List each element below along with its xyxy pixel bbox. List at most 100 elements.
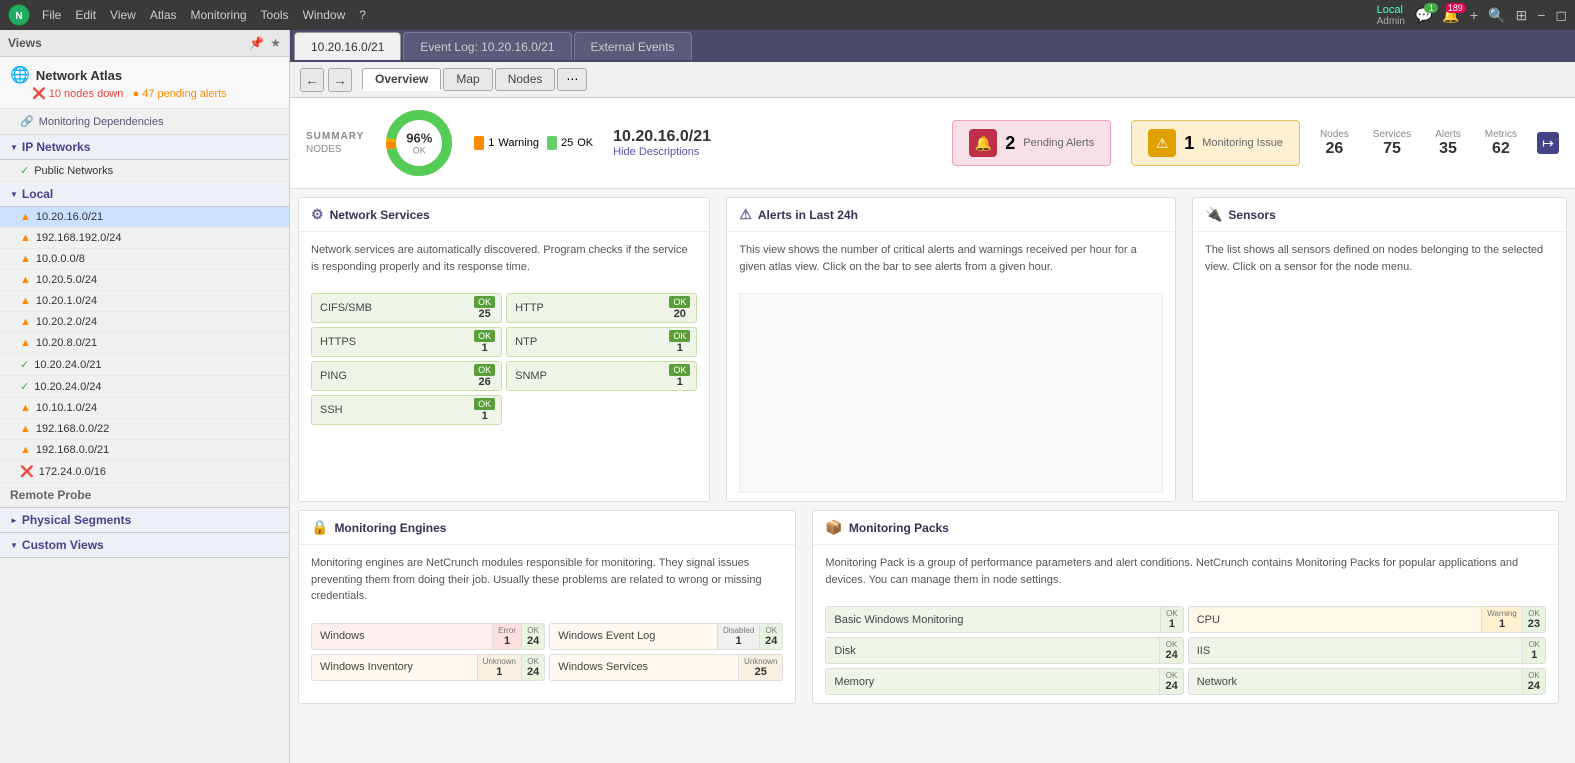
alerts-chart — [739, 293, 1163, 493]
tab-2[interactable]: External Events — [574, 32, 692, 60]
monitoring-packs-title: Monitoring Packs — [849, 521, 949, 535]
sidebar-item-public-networks[interactable]: ✓ Public Networks — [0, 160, 289, 182]
summary-label: SUMMARY — [306, 131, 364, 142]
nodes-down: ❌ 10 nodes down — [32, 88, 123, 100]
me-windows-services[interactable]: Windows Services Unknown 25 — [549, 654, 783, 681]
mp-badge-ok-memory: OK 24 — [1159, 669, 1182, 694]
mp-basic-windows[interactable]: Basic Windows Monitoring OK 1 — [825, 606, 1183, 633]
pending-alerts-badge[interactable]: 🔔 2 Pending Alerts — [952, 120, 1111, 166]
sidebar-item-network-10[interactable]: ▲ 192.168.0.0/22 — [0, 419, 289, 440]
minimize-icon[interactable]: − — [1537, 7, 1545, 23]
sidebar-section-ip-networks[interactable]: ▼ IP Networks — [0, 135, 289, 160]
sidebar-item-network-12[interactable]: ❌ 172.24.0.0/16 — [0, 461, 289, 483]
network-label-1: 192.168.192.0/24 — [36, 232, 122, 244]
sidebar-item-network-3[interactable]: ▲ 10.20.5.0/24 — [0, 270, 289, 291]
ok-icon: ✓ — [20, 380, 29, 393]
toolbar-tab-nodes[interactable]: Nodes — [495, 68, 556, 91]
me-windows-event-log[interactable]: Windows Event Log Disabled 1 OK 24 — [549, 623, 783, 650]
summary-left: SUMMARY NODES — [306, 131, 364, 155]
user-location: Local — [1377, 4, 1405, 16]
service-ssh[interactable]: SSH OK 1 — [311, 395, 502, 425]
menu-file[interactable]: File — [42, 8, 61, 22]
grid-icon[interactable]: ⊞ — [1515, 7, 1527, 24]
sidebar-section-custom-views[interactable]: ▼ Custom Views — [0, 533, 289, 558]
monitoring-issue-badge[interactable]: ⚠ 1 Monitoring Issue — [1131, 120, 1300, 166]
mp-disk[interactable]: Disk OK 24 — [825, 637, 1183, 664]
monitoring-packs-desc: Monitoring Pack is a group of performanc… — [825, 557, 1518, 586]
mp-memory[interactable]: Memory OK 24 — [825, 668, 1183, 695]
mp-badge-ok-cpu: OK 23 — [1522, 607, 1545, 632]
service-name-ntp: NTP — [507, 331, 663, 353]
mp-iis[interactable]: IIS OK 1 — [1188, 637, 1546, 664]
sidebar-item-network-2[interactable]: ▲ 10.0.0.0/8 — [0, 249, 289, 270]
sensors-title: Sensors — [1228, 208, 1275, 222]
engine-icon: 🔒 — [311, 519, 328, 536]
mp-network[interactable]: Network OK 24 — [1188, 668, 1546, 695]
star-icon[interactable]: ★ — [270, 36, 281, 50]
warning-pill: 1 Warning — [474, 136, 539, 150]
tab-1[interactable]: Event Log: 10.20.16.0/21 — [403, 32, 571, 60]
hide-descriptions[interactable]: Hide Descriptions — [613, 146, 932, 158]
sidebar-section-local[interactable]: ▼ Local — [0, 182, 289, 207]
toolbar-tab-overview[interactable]: Overview — [362, 68, 441, 91]
me-windows-inventory[interactable]: Windows Inventory Unknown 1 OK 24 — [311, 654, 545, 681]
mp-name-memory: Memory — [826, 672, 1159, 692]
forward-button[interactable]: → — [328, 68, 352, 92]
mp-name-iis: IIS — [1189, 641, 1523, 661]
monitoring-dependencies[interactable]: 🔗 Monitoring Dependencies — [0, 109, 289, 135]
sensor-icon: 🔌 — [1205, 206, 1222, 223]
sidebar-section-physical-segments[interactable]: ► Physical Segments — [0, 508, 289, 533]
sidebar-item-network-1[interactable]: ▲ 192.168.192.0/24 — [0, 228, 289, 249]
sidebar-item-network-11[interactable]: ▲ 192.168.0.0/21 — [0, 440, 289, 461]
service-http[interactable]: HTTP OK 20 — [506, 293, 697, 323]
service-snmp[interactable]: SNMP OK 1 — [506, 361, 697, 391]
sidebar-item-network-6[interactable]: ▲ 10.20.8.0/21 — [0, 333, 289, 354]
service-name-ping: PING — [312, 365, 468, 387]
me-name-event-log: Windows Event Log — [550, 626, 717, 646]
sidebar-item-network-9[interactable]: ▲ 10.10.1.0/24 — [0, 398, 289, 419]
network-label-7: 10.20.24.0/21 — [34, 359, 101, 371]
service-ok-http: OK — [669, 296, 690, 308]
sidebar-item-network-4[interactable]: ▲ 10.20.1.0/24 — [0, 291, 289, 312]
service-ping[interactable]: PING OK 26 — [311, 361, 502, 391]
maximize-icon[interactable]: ◻ — [1555, 7, 1567, 24]
menu-help[interactable]: ? — [359, 8, 366, 22]
toolbar-more-button[interactable]: ⋯ — [557, 68, 587, 91]
sidebar-item-network-5[interactable]: ▲ 10.20.2.0/24 — [0, 312, 289, 333]
search-icon[interactable]: 🔍 — [1488, 7, 1505, 24]
pin-icon[interactable]: 📌 — [249, 36, 264, 50]
tab-0[interactable]: 10.20.16.0/21 — [294, 32, 401, 60]
service-cifs[interactable]: CIFS/SMB OK 25 — [311, 293, 502, 323]
service-count-ssh: 1 — [482, 410, 488, 422]
service-ok-ntp: OK — [669, 330, 690, 342]
service-badge-cifs: OK 25 — [468, 294, 501, 322]
sidebar-item-network-8[interactable]: ✓ 10.20.24.0/24 — [0, 376, 289, 398]
network-atlas-item[interactable]: 🌐 Network Atlas ❌ 10 nodes down ● 47 pen… — [0, 57, 289, 109]
toolbar-tab-map[interactable]: Map — [443, 68, 492, 91]
menu-monitoring[interactable]: Monitoring — [191, 8, 247, 22]
sidebar-item-network-7[interactable]: ✓ 10.20.24.0/21 — [0, 354, 289, 376]
alerts-title: Alerts in Last 24h — [758, 208, 858, 222]
add-icon[interactable]: + — [1470, 7, 1478, 23]
menu-window[interactable]: Window — [303, 8, 346, 22]
menu-atlas[interactable]: Atlas — [150, 8, 177, 22]
service-https[interactable]: HTTPS OK 1 — [311, 327, 502, 357]
menu-tools[interactable]: Tools — [261, 8, 289, 22]
warning-count: 1 — [488, 137, 494, 149]
me-badge-error-val: 1 — [504, 635, 510, 647]
service-ntp[interactable]: NTP OK 1 — [506, 327, 697, 357]
mp-cpu[interactable]: CPU Warning 1 OK 23 — [1188, 606, 1546, 633]
expand-button[interactable]: ↦ — [1537, 132, 1559, 154]
network-label-4: 10.20.1.0/24 — [36, 295, 97, 307]
sidebar-section-remote-probe[interactable]: Remote Probe — [0, 483, 289, 508]
service-ok-cifs: OK — [474, 296, 495, 308]
notification-bell-icon[interactable]: 🔔 189 — [1442, 7, 1459, 24]
back-button[interactable]: ← — [300, 68, 324, 92]
alerts-stat-label: Alerts — [1435, 129, 1461, 140]
sidebar-item-network-0[interactable]: ▲ 10.20.16.0/21 — [0, 207, 289, 228]
menu-edit[interactable]: Edit — [75, 8, 96, 22]
packs-icon: 📦 — [825, 519, 842, 536]
notification-chat-icon[interactable]: 💬 1 — [1415, 7, 1432, 24]
menu-view[interactable]: View — [110, 8, 136, 22]
me-windows[interactable]: Windows Error 1 OK 24 — [311, 623, 545, 650]
